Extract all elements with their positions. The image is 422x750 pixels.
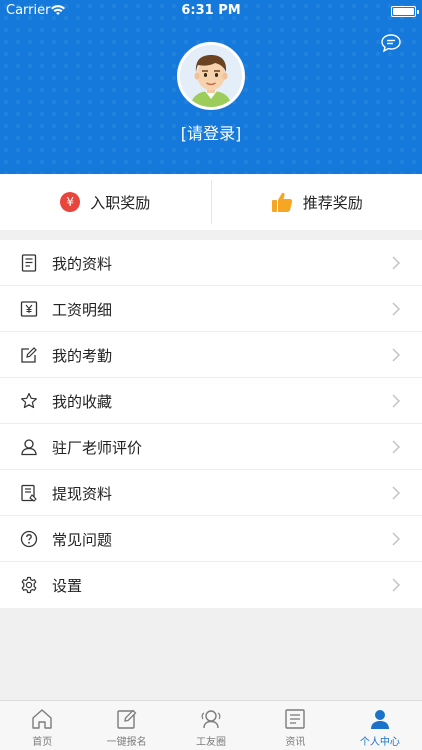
- tab-bar: 首页 一键报名 工友圈 资讯 个人中心: [0, 700, 422, 750]
- message-icon[interactable]: [380, 33, 402, 53]
- tab-label: 个人中心: [359, 737, 400, 748]
- menu-item-favorites[interactable]: 我的收藏: [0, 378, 422, 424]
- profile-header: Carrier 6:31 PM [请登录]: [0, 0, 422, 174]
- person-icon: [20, 438, 38, 456]
- tab-label: 资讯: [285, 737, 306, 748]
- circle-icon: [201, 710, 221, 729]
- menu-item-attendance[interactable]: 我的考勤: [0, 332, 422, 378]
- document-icon: [20, 254, 38, 272]
- menu-item-my-profile[interactable]: 我的资料: [0, 240, 422, 286]
- menu-item-label: 提现资料: [52, 484, 113, 503]
- status-bar: Carrier 6:31 PM: [0, 0, 422, 22]
- star-icon: [20, 392, 38, 410]
- menu-item-faq[interactable]: 常见问题: [0, 516, 422, 562]
- edit-icon: [20, 346, 38, 364]
- withdraw-doc-icon: [20, 484, 38, 502]
- salary-icon: [20, 300, 38, 318]
- signup-icon: [116, 709, 137, 729]
- menu-item-label: 我的收藏: [52, 392, 113, 411]
- user-icon: [370, 710, 389, 729]
- menu-item-label: 常见问题: [52, 530, 113, 549]
- menu-item-label: 设置: [52, 576, 83, 595]
- menu-item-label: 我的考勤: [52, 346, 113, 365]
- tab-home[interactable]: 首页: [0, 701, 84, 750]
- menu-item-salary-details[interactable]: 工资明细: [0, 286, 422, 332]
- chevron-right-icon: [392, 394, 401, 408]
- battery-icon: [391, 6, 419, 17]
- tab-news[interactable]: 资讯: [253, 701, 337, 750]
- chevron-right-icon: [392, 256, 401, 270]
- yen-badge-icon: ¥: [60, 192, 81, 212]
- profile-menu: 我的资料 工资明细 我的考勤 我的收藏 驻厂老师评价 提现资料 常见问题 设置: [0, 240, 422, 608]
- home-icon: [32, 709, 52, 729]
- avatar-illustration: [180, 45, 242, 107]
- menu-item-teacher-review[interactable]: 驻厂老师评价: [0, 424, 422, 470]
- question-icon: [20, 530, 38, 548]
- referral-reward-button[interactable]: 推荐奖励: [212, 174, 422, 230]
- login-link[interactable]: [请登录]: [0, 120, 422, 144]
- reward-row: ¥ 入职奖励 推荐奖励: [0, 174, 422, 230]
- chevron-right-icon: [392, 532, 401, 546]
- chevron-right-icon: [392, 578, 401, 592]
- menu-item-withdraw-info[interactable]: 提现资料: [0, 470, 422, 516]
- chevron-right-icon: [392, 440, 401, 454]
- chevron-right-icon: [392, 348, 401, 362]
- menu-item-label: 我的资料: [52, 254, 113, 273]
- gear-icon: [20, 576, 38, 594]
- menu-item-label: 驻厂老师评价: [52, 438, 143, 457]
- referral-reward-label: 推荐奖励: [302, 193, 363, 212]
- tab-label: 首页: [32, 737, 53, 748]
- status-time: 6:31 PM: [181, 3, 241, 18]
- news-icon: [285, 709, 306, 729]
- tab-personal-center[interactable]: 个人中心: [338, 701, 422, 750]
- tab-label: 工友圈: [196, 737, 227, 748]
- menu-item-settings[interactable]: 设置: [0, 562, 422, 608]
- onboarding-reward-label: 入职奖励: [90, 193, 151, 212]
- chevron-right-icon: [392, 302, 401, 316]
- onboarding-reward-button[interactable]: ¥ 入职奖励: [0, 174, 211, 230]
- thumbs-up-icon: [271, 192, 292, 212]
- avatar[interactable]: [177, 42, 245, 110]
- tab-label: 一键报名: [106, 737, 147, 748]
- tab-quick-signup[interactable]: 一键报名: [84, 701, 168, 750]
- chevron-right-icon: [392, 486, 401, 500]
- menu-item-label: 工资明细: [52, 300, 113, 319]
- tab-workmates-circle[interactable]: 工友圈: [169, 701, 253, 750]
